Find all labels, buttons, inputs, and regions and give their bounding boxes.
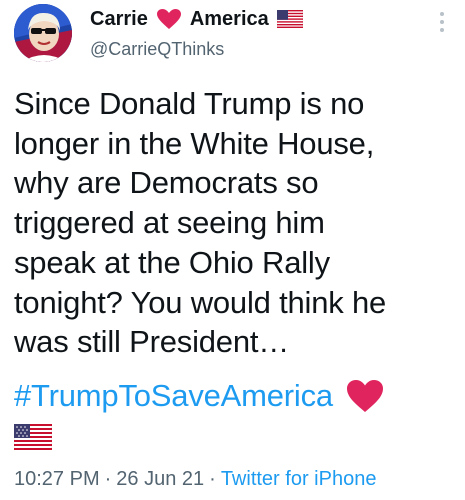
tweet-source-link[interactable]: Twitter for iPhone xyxy=(221,468,377,490)
display-name-first[interactable]: Carrie xyxy=(90,8,148,30)
tweet-metadata: 10:27 PM · 26 Jun 21 · Twitter for iPhone xyxy=(14,468,376,491)
display-name-second[interactable]: America xyxy=(190,8,269,30)
tweet: Carrie America @CarrieQThinks Since Dona… xyxy=(0,0,465,500)
separator-dot: · xyxy=(104,468,112,490)
tweet-text-line: why are Democrats so xyxy=(14,165,319,201)
avatar[interactable] xyxy=(14,4,72,62)
red-heart-icon xyxy=(156,9,181,29)
display-name[interactable]: Carrie America xyxy=(90,8,435,30)
us-flag-icon xyxy=(276,10,303,28)
tweet-text-line: tonight? You would think he xyxy=(14,284,387,320)
tweet-text-line: longer in the White House, xyxy=(14,125,375,161)
tweet-text-line: Since Donald Trump is no xyxy=(14,86,365,121)
tweet-time[interactable]: 10:27 PM xyxy=(14,468,100,490)
tweet-header: Carrie America @CarrieQThinks xyxy=(90,8,435,60)
tweet-text: Since Donald Trump is no longer in the W… xyxy=(14,84,459,362)
user-handle[interactable]: @CarrieQThinks xyxy=(90,38,435,60)
more-options-icon[interactable] xyxy=(439,12,445,36)
red-heart-icon xyxy=(346,380,383,412)
hashtag-link[interactable]: #TrumpToSaveAmerica xyxy=(14,378,333,414)
avatar-image xyxy=(14,4,72,62)
tweet-text-line: speak at the Ohio Rally xyxy=(14,244,330,280)
tweet-date[interactable]: 26 Jun 21 xyxy=(116,468,204,490)
hashtag-row: #TrumpToSaveAmerica xyxy=(14,378,385,414)
separator-dot: · xyxy=(209,468,216,490)
tweet-text-line: triggered at seeing him xyxy=(14,205,325,241)
us-flag-icon xyxy=(14,424,52,450)
tweet-text-line: was still President… xyxy=(14,324,290,360)
